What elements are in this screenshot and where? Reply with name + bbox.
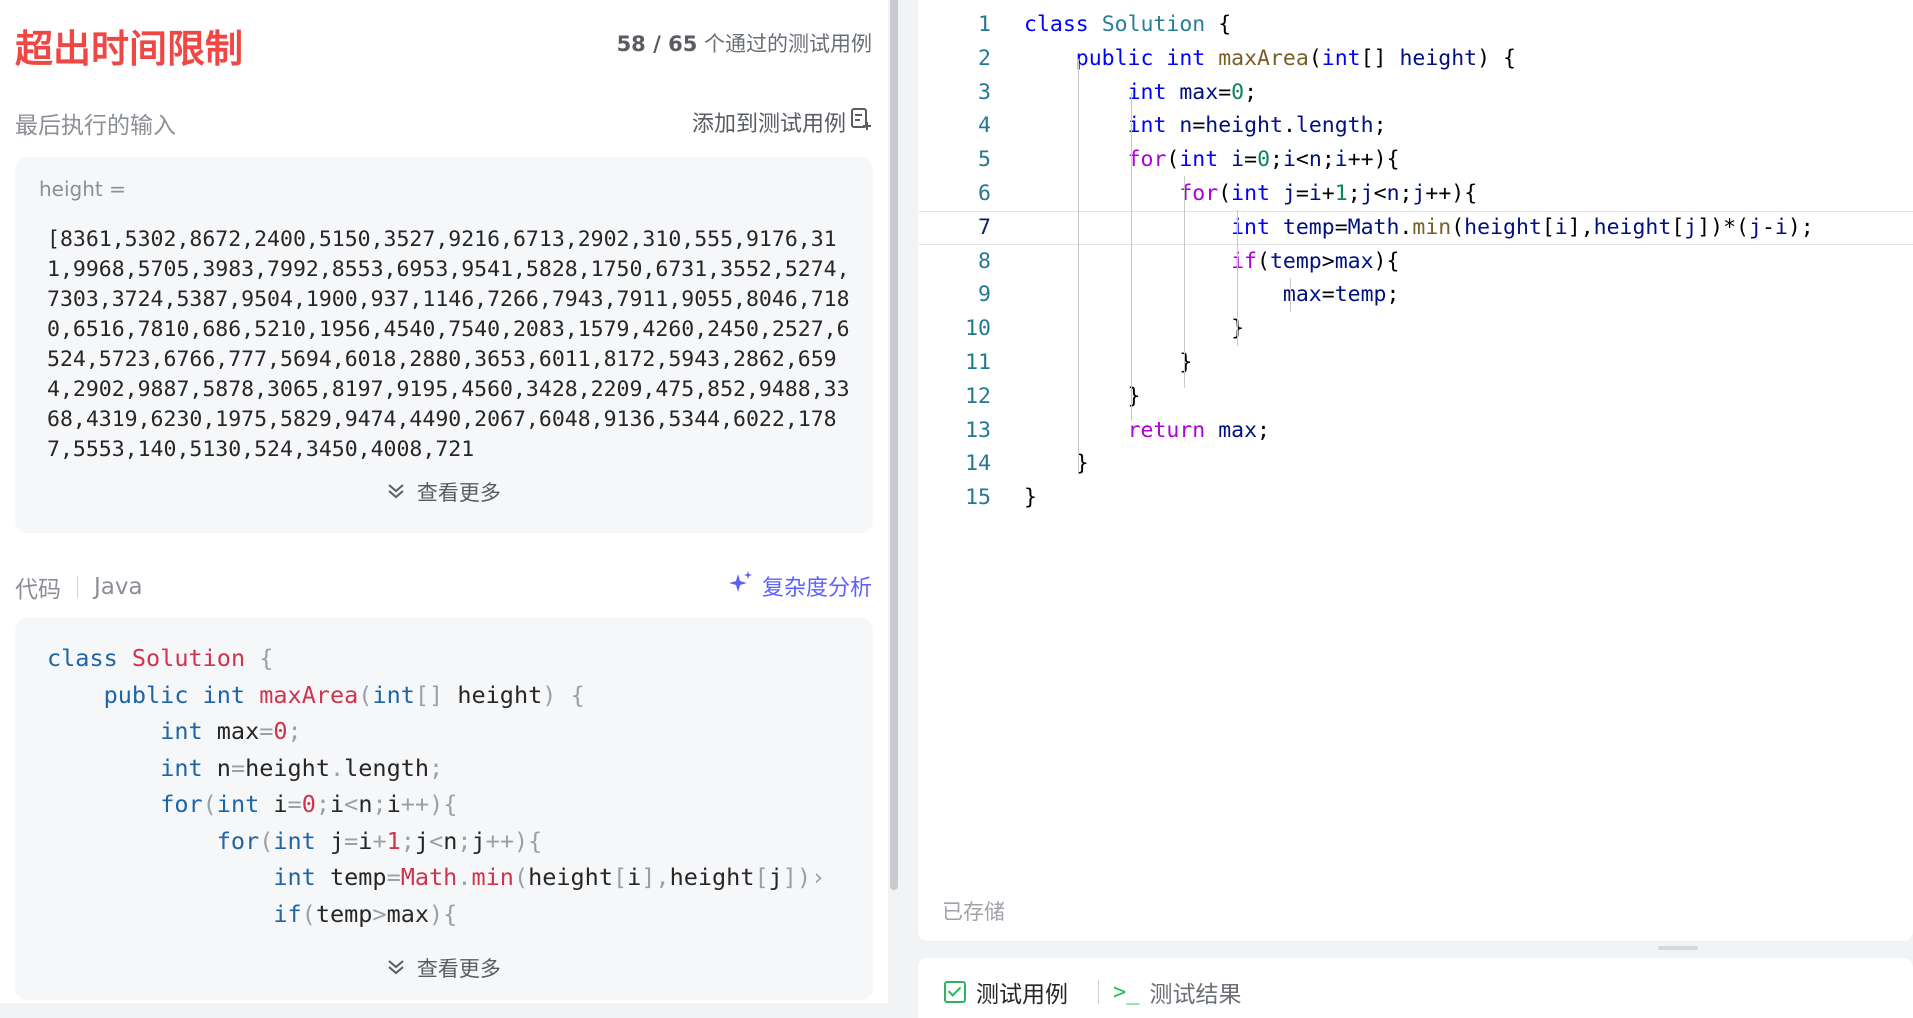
code-label: 代码 <box>15 577 61 603</box>
code-view-more-label: 查看更多 <box>416 957 501 981</box>
code-line: if(temp>max){ <box>273 899 458 928</box>
editor-line[interactable]: 8 if(temp>max){ <box>918 245 1913 279</box>
code-line: for(int i=0;i<n;i++){ <box>160 790 458 818</box>
add-to-testcase-label: 添加到测试用例 <box>691 112 846 137</box>
indent-guide <box>1078 59 1079 473</box>
line-number: 12 <box>965 383 991 409</box>
last-input-card: height = [8361,5302,8672,2400,5150,3527,… <box>15 157 873 533</box>
code-line: public int maxArea(int[] height) { <box>103 680 585 709</box>
editor-line[interactable]: 15} <box>918 481 1913 515</box>
tab-test-results-label: 测试结果 <box>1149 982 1242 1008</box>
passed-count-value: 58 / 65 <box>616 32 698 56</box>
last-input-label: 最后执行的输入 <box>15 113 176 139</box>
left-panel-scrollbar[interactable] <box>890 0 898 890</box>
editor-line[interactable]: 12 } <box>918 380 1913 414</box>
code-line: for(int j=i+1;j<n;j++){ <box>216 826 543 855</box>
code-line: int temp=Math.min(height[i],height[j])› <box>273 863 826 891</box>
saved-status: 已存储 <box>942 900 1005 924</box>
tab-test-cases[interactable]: 测试用例 <box>944 975 1068 1009</box>
input-variable-label: height = <box>39 177 126 201</box>
submitted-code-block: class Solution { public int maxArea(int[… <box>47 640 857 932</box>
indent-guide <box>1237 210 1238 346</box>
line-number: 15 <box>965 485 991 511</box>
line-number: 7 <box>978 214 991 240</box>
editor-line[interactable]: 9 max=temp; <box>918 278 1913 312</box>
code-line: int n=height.length; <box>160 753 444 782</box>
passed-count-suffix: 个通过的测试用例 <box>704 32 872 56</box>
editor-line[interactable]: 14 } <box>918 447 1913 481</box>
line-number: 10 <box>965 316 991 342</box>
divider <box>77 576 78 598</box>
terminal-icon: >_ <box>1113 979 1140 1005</box>
code-view-more-button[interactable]: 查看更多 <box>15 953 873 983</box>
indent-guide <box>1131 93 1132 421</box>
editor-line[interactable]: 2 public int maxArea(int[] height) { <box>918 42 1913 76</box>
indent-guide <box>1290 278 1291 312</box>
editor-line[interactable]: 11 } <box>918 346 1913 380</box>
code-line: int max=0; <box>160 717 302 745</box>
panel-drag-handle[interactable] <box>1658 946 1698 950</box>
line-number: 5 <box>978 147 991 173</box>
line-number: 4 <box>978 113 991 139</box>
passed-test-count: 58 / 65 个通过的测试用例 <box>617 28 872 58</box>
line-number: 6 <box>978 180 991 206</box>
editor-line[interactable]: 10 } <box>918 312 1913 346</box>
checkbox-icon <box>944 981 966 1003</box>
indent-guide <box>1184 176 1185 388</box>
line-number: 11 <box>965 349 991 375</box>
code-editor[interactable]: 1 class Solution { 2 public int maxArea(i… <box>918 0 1913 941</box>
line-number: 2 <box>978 45 991 71</box>
editor-line[interactable]: 3 int max=0; <box>918 76 1913 110</box>
submitted-code-card: class Solution { public int maxArea(int[… <box>15 618 873 1000</box>
editor-line-active[interactable]: 7 int temp=Math.min(height[i],height[j])… <box>918 211 1913 245</box>
submission-result-panel: 超出时间限制 58 / 65 个通过的测试用例 最后执行的输入 添加到测试用例 … <box>0 0 888 1003</box>
complexity-analysis-label: 复杂度分析 <box>761 576 872 601</box>
line-number: 13 <box>965 417 991 443</box>
editor-line[interactable]: 4 int n=height.length; <box>918 109 1913 143</box>
tab-test-cases-label: 测试用例 <box>976 982 1068 1008</box>
line-number: 8 <box>978 248 991 274</box>
sparkle-icon <box>728 570 754 602</box>
complexity-analysis-button[interactable]: 复杂度分析 <box>728 570 872 602</box>
add-to-testcase-button[interactable]: 添加到测试用例 <box>692 106 872 138</box>
editor-line[interactable]: 5 for(int i=0;i<n;i++){ <box>918 143 1913 177</box>
add-testcase-icon <box>850 107 872 137</box>
editor-lines[interactable]: 1 class Solution { 2 public int maxArea(i… <box>918 8 1913 515</box>
tab-test-results[interactable]: >_ 测试结果 <box>1113 975 1242 1009</box>
chevron-down-icon <box>387 484 411 505</box>
result-status-title: 超出时间限制 <box>15 27 244 71</box>
editor-line[interactable]: 6 for(int j=i+1;j<n;j++){ <box>918 177 1913 211</box>
editor-line[interactable]: 1 class Solution { <box>918 8 1913 42</box>
line-number: 1 <box>978 12 991 37</box>
line-number: 3 <box>978 79 991 105</box>
line-number: 9 <box>978 282 991 308</box>
code-line: class Solution { <box>47 644 274 672</box>
code-language: Java <box>94 574 143 600</box>
chevron-down-icon <box>387 960 411 981</box>
code-section-header: 代码 Java <box>15 570 143 604</box>
editor-line[interactable]: 13 return max; <box>918 414 1913 448</box>
input-value-text: [8361,5302,8672,2400,5150,3527,9216,6713… <box>47 227 850 462</box>
line-number: 14 <box>965 451 991 477</box>
input-view-more-button[interactable]: 查看更多 <box>15 477 873 507</box>
input-view-more-label: 查看更多 <box>416 481 501 505</box>
tab-divider <box>1098 980 1099 1004</box>
